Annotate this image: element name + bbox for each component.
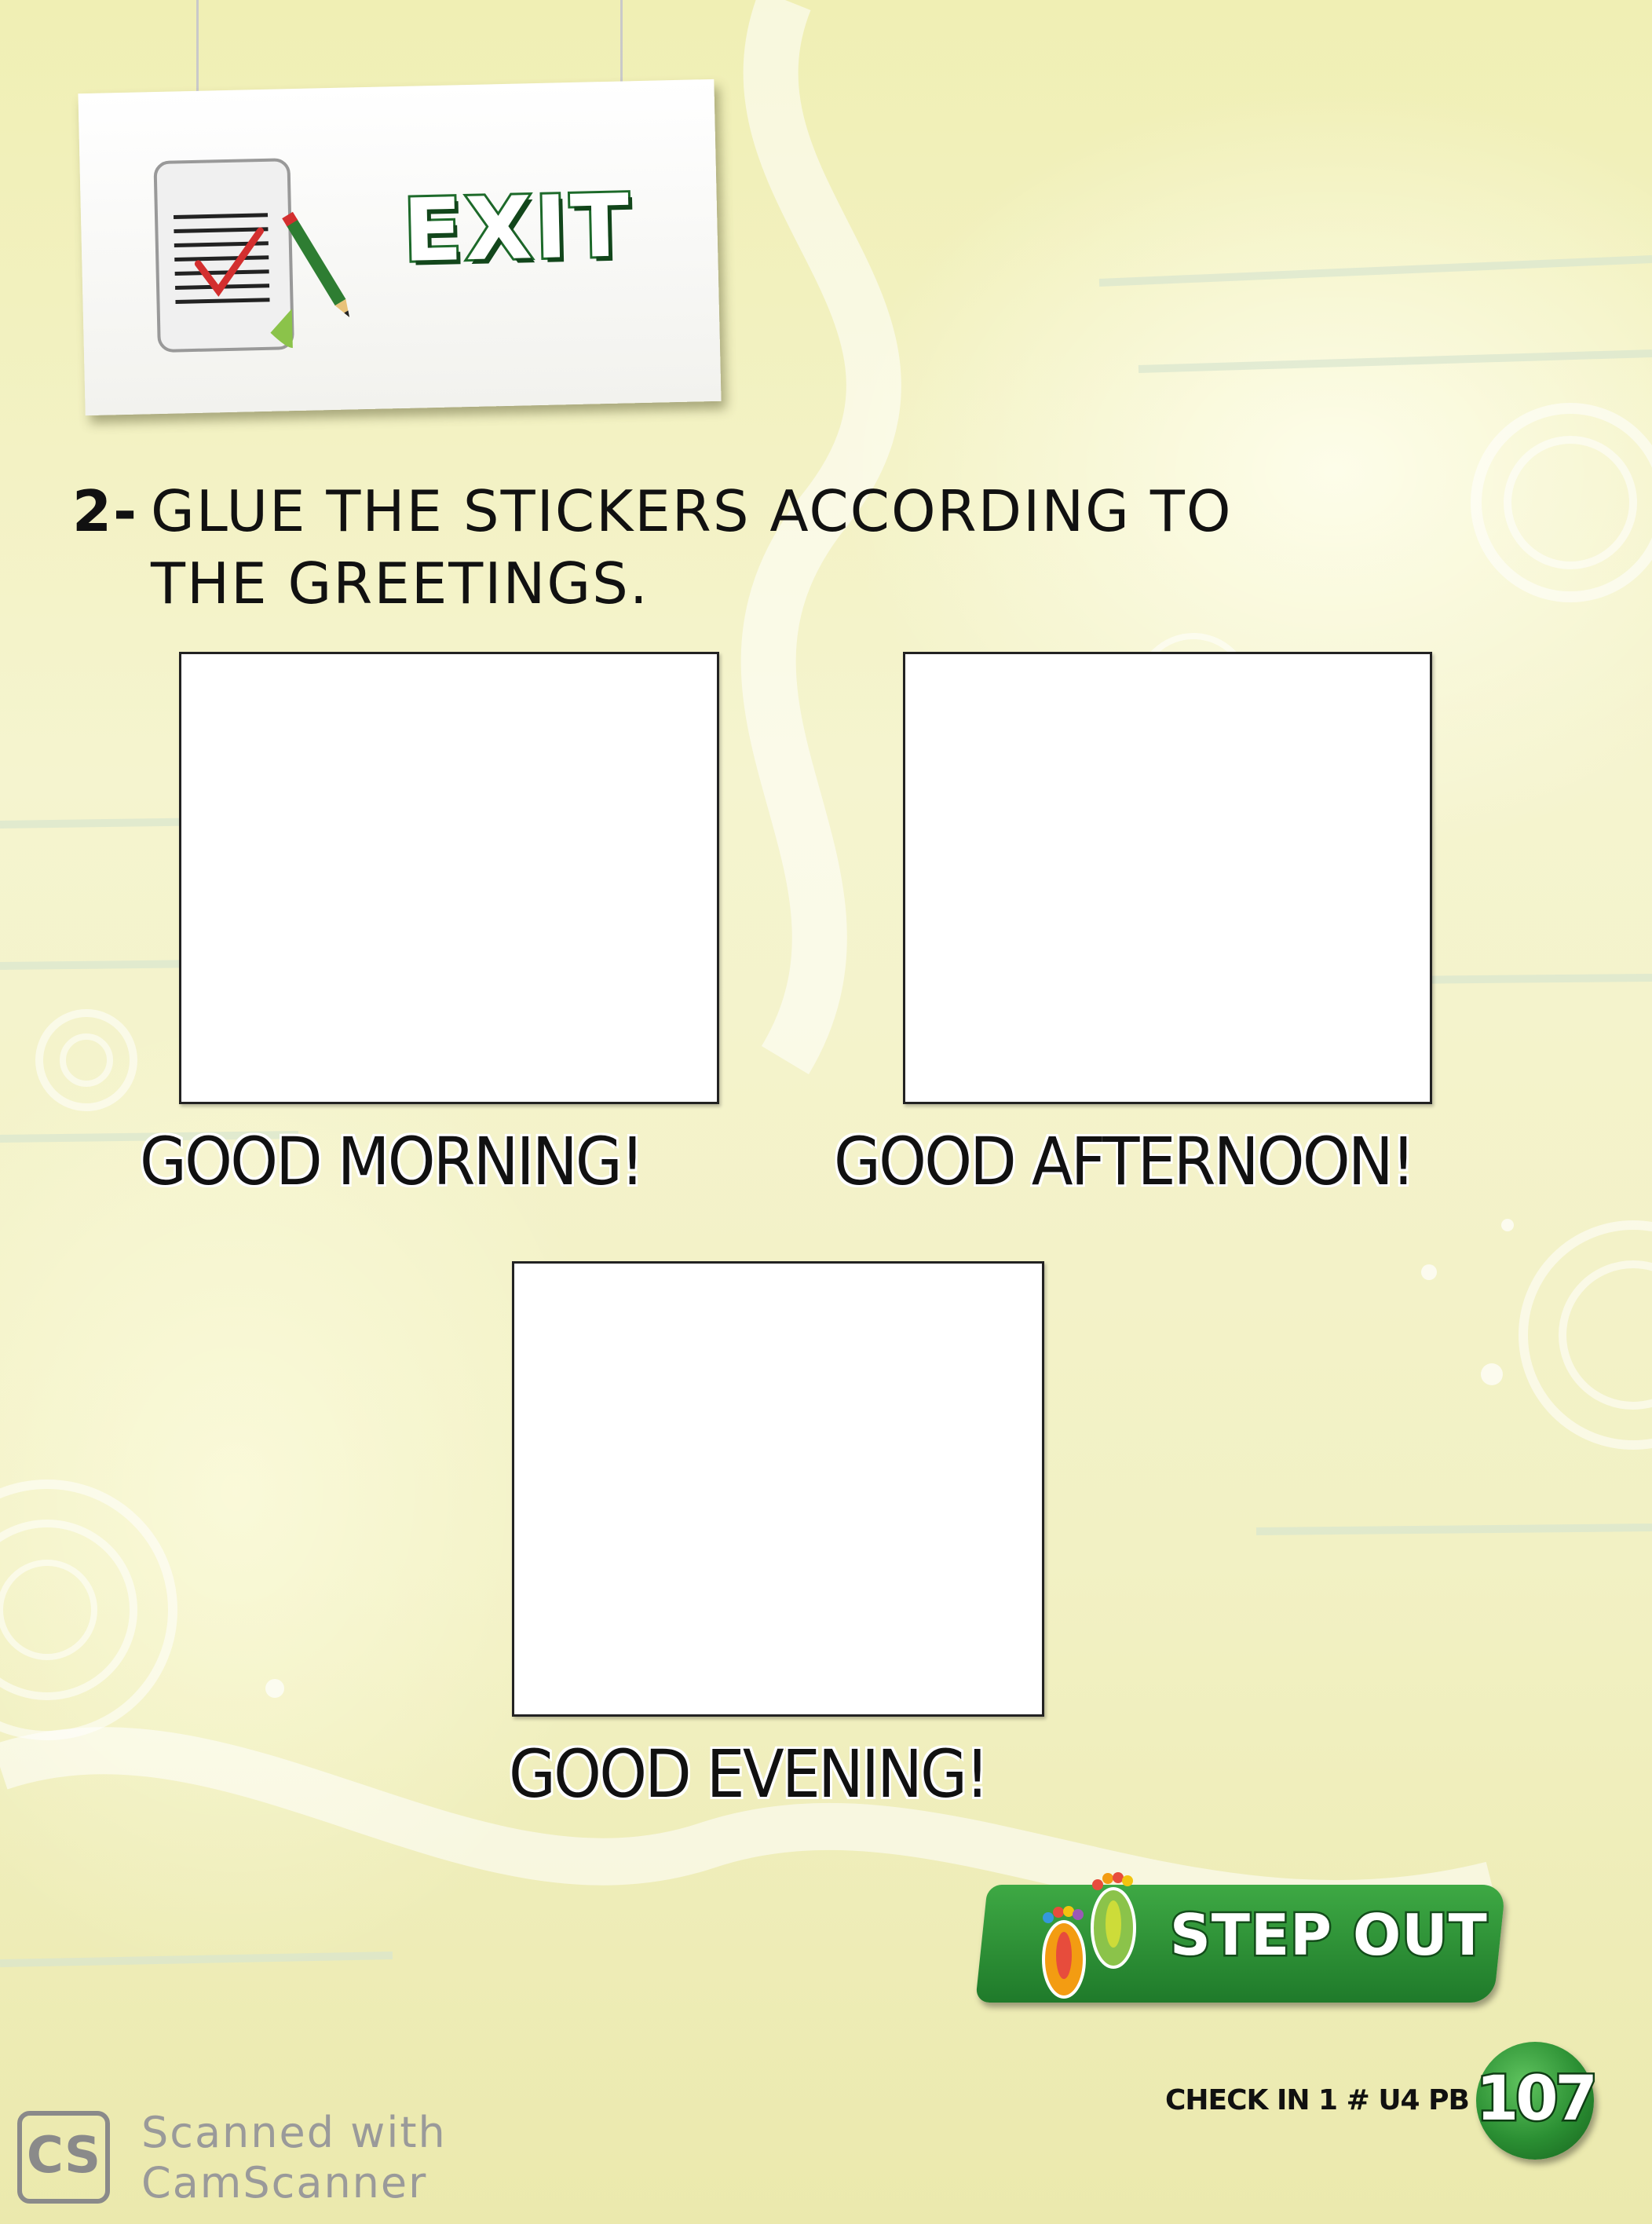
footprints-icon [1042,1872,1136,1999]
watermark-line-2: CamScanner [141,2158,428,2208]
footer-code: CHECK IN 1 # U4 PB [1165,2084,1470,2116]
step-out-banner: STEP OUT [975,1853,1506,2010]
exit-title: EXIT [400,173,636,283]
instruction-line-1: GLUE THE STICKERS ACCORDING TO [151,478,1233,544]
label-good-morning: GOOD MORNING! [140,1123,645,1200]
watermark-line-1: Scanned with [141,2108,447,2157]
instruction-number: 2- [72,478,138,544]
step-out-label: STEP OUT [1168,1900,1489,1970]
scanner-watermark: Scanned with CamScanner [141,2108,447,2208]
label-good-evening: GOOD EVENING! [509,1736,989,1812]
checklist-document-icon [153,158,349,353]
label-good-afternoon: GOOD AFTERNOON! [834,1123,1416,1200]
camscanner-logo: CS [17,2111,110,2204]
exit-header-card: EXIT [78,79,722,416]
instruction-line-2: THE GREETINGS. [151,551,649,616]
workbook-page: EXIT 2- GLUE THE STICKERS ACCORDING TO T… [0,0,1652,2224]
sticker-box-evening[interactable] [512,1261,1044,1717]
page-number: 107 [1475,2062,1600,2137]
sticker-box-morning[interactable] [179,652,719,1104]
sticker-box-afternoon[interactable] [903,652,1432,1104]
page-number-badge: 107 [1475,2042,1600,2160]
camscanner-logo-text: CS [26,2127,101,2185]
